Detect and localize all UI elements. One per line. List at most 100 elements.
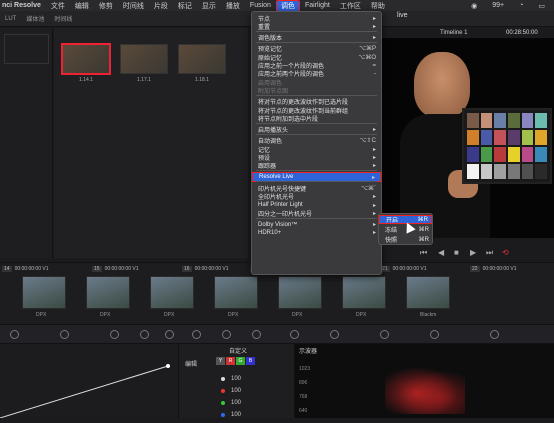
- app-name[interactable]: nci Resolve: [0, 2, 46, 9]
- red-value[interactable]: 100: [231, 388, 241, 394]
- green-channel[interactable]: G: [236, 357, 245, 365]
- chart-swatch: [480, 130, 493, 145]
- still-thumbnail[interactable]: [61, 43, 111, 75]
- chart-swatch: [535, 130, 547, 145]
- media-pool-tab[interactable]: 媒体池: [21, 14, 49, 23]
- luma-value[interactable]: 100: [231, 376, 241, 382]
- mode-select[interactable]: 自定义: [229, 346, 247, 355]
- still-thumbnail[interactable]: [120, 44, 168, 74]
- clip-header[interactable]: 22 00:00:00:00 V1: [470, 264, 516, 273]
- menu-fusion[interactable]: Fusion: [245, 2, 276, 9]
- tool-icon[interactable]: [252, 330, 261, 339]
- menu-item[interactable]: HDR10+ ▸: [252, 228, 381, 238]
- skip-forward-icon[interactable]: ⏭: [486, 248, 493, 258]
- chart-swatch: [508, 130, 520, 145]
- tool-icon[interactable]: [10, 330, 19, 339]
- chart-swatch: [508, 164, 520, 179]
- chart-swatch: [480, 113, 493, 128]
- notification-count[interactable]: 99+: [487, 2, 509, 9]
- curves-controls: 自定义 编辑 Y R G B 100 100 100 100: [178, 344, 294, 418]
- red-channel[interactable]: R: [226, 357, 235, 365]
- tool-icon[interactable]: [60, 330, 69, 339]
- scope-tick: 768: [299, 394, 308, 400]
- clip-header[interactable]: 21 00:00:00:00 V1: [380, 264, 426, 273]
- chart-swatch: [494, 130, 506, 145]
- rewind-icon[interactable]: ◀: [438, 248, 444, 257]
- clip-format: DPX: [36, 312, 47, 318]
- timeline-name[interactable]: Timeline 1: [440, 30, 467, 36]
- chart-swatch: [494, 113, 506, 128]
- play-icon[interactable]: ▶: [470, 248, 476, 257]
- chart-swatch: [494, 164, 506, 179]
- menu-view[interactable]: 显示: [197, 1, 221, 11]
- wifi-icon[interactable]: ◔: [514, 2, 528, 9]
- menu-color[interactable]: 调色: [275, 0, 300, 12]
- chart-swatch: [521, 147, 534, 162]
- menu-edit[interactable]: 编辑: [70, 1, 94, 11]
- shortcut-key: -: [374, 70, 376, 77]
- clip-thumbnail[interactable]: [278, 276, 322, 309]
- tool-icon[interactable]: [380, 330, 389, 339]
- battery-icon[interactable]: ▭: [533, 2, 550, 10]
- clip-header[interactable]: 14 00:00:00:00 V1: [2, 264, 48, 273]
- curves-tool-icon[interactable]: [110, 330, 119, 339]
- color-dropdown-menu: 节点 ▸ 重置 ▸ 调色版本 ▸ 预览记忆 ⌥⌘P 原始记忆 ⌥⌘O 应用之前一个片段的调色 = 应用之…: [251, 11, 382, 275]
- menu-playback[interactable]: 播放: [221, 1, 245, 11]
- clip-thumbnail[interactable]: [406, 276, 450, 309]
- menu-separator: [256, 133, 377, 135]
- stop-icon[interactable]: ■: [454, 248, 459, 257]
- chart-swatch: [535, 147, 547, 162]
- tool-icon[interactable]: [192, 330, 201, 339]
- tool-icon[interactable]: [140, 330, 149, 339]
- menu-timeline[interactable]: 时间线: [118, 1, 149, 11]
- clip-timecode: 00:00:00:00 V1: [14, 265, 49, 272]
- submenu-arrow-icon: ▸: [372, 127, 376, 134]
- menu-help[interactable]: 帮助: [366, 1, 390, 11]
- still-thumbnail[interactable]: [178, 44, 226, 74]
- menu-fairlight[interactable]: Fairlight: [300, 2, 335, 9]
- clip-format: Blackm: [420, 312, 437, 318]
- menu-trim[interactable]: 修剪: [94, 1, 118, 11]
- clip-number: 22: [470, 265, 480, 272]
- clip-thumbnail[interactable]: [22, 276, 66, 309]
- menu-separator: [256, 41, 377, 43]
- tool-icon[interactable]: [430, 330, 439, 339]
- shortcut-key: ⌘R: [418, 227, 429, 233]
- video-viewer[interactable]: [380, 38, 554, 238]
- blue-channel[interactable]: B: [246, 357, 255, 365]
- link-icon[interactable]: Y: [216, 357, 225, 365]
- clip-thumbnail[interactable]: [86, 276, 130, 309]
- loop-icon[interactable]: ⟲: [502, 248, 509, 257]
- green-value[interactable]: 100: [231, 400, 241, 406]
- clip-format: DPX: [164, 312, 175, 318]
- curve-graph[interactable]: [0, 344, 178, 419]
- menu-item-label: HDR10+: [258, 229, 282, 236]
- color-checker-chart: [462, 108, 552, 184]
- clip-thumbnail[interactable]: [214, 276, 258, 309]
- timeline-tab[interactable]: 时间线: [49, 14, 77, 23]
- tool-icon[interactable]: [490, 330, 499, 339]
- menu-clip[interactable]: 片段: [149, 1, 173, 11]
- blue-value[interactable]: 100: [231, 412, 241, 418]
- skip-back-icon[interactable]: ⏮: [420, 248, 427, 258]
- menu-mark[interactable]: 标记: [173, 1, 197, 11]
- wechat-icon[interactable]: ◉: [466, 2, 482, 10]
- clip-thumbnail[interactable]: [150, 276, 194, 309]
- clip-thumbnail[interactable]: [342, 276, 386, 309]
- lut-tab[interactable]: LUT: [0, 16, 21, 22]
- menu-file[interactable]: 文件: [46, 1, 70, 11]
- menu-item-label: Dolby Vision™: [258, 221, 298, 228]
- tool-icon[interactable]: [222, 330, 231, 339]
- clip-header[interactable]: 15 00:00:00:00 V1: [92, 264, 138, 273]
- submenu-item[interactable]: 快照 ⌘R: [379, 235, 432, 244]
- curves-panel[interactable]: [0, 344, 178, 419]
- menu-item-label: 附加节点图: [258, 88, 289, 95]
- gallery-album[interactable]: [4, 34, 49, 64]
- tool-icon[interactable]: [290, 330, 299, 339]
- menu-workspace[interactable]: 工作区: [335, 1, 366, 11]
- tool-icon[interactable]: [330, 330, 339, 339]
- submenu-arrow-icon: ▸: [372, 163, 376, 170]
- menu-item-label: 启用播放头: [258, 128, 289, 135]
- clip-header[interactable]: 16 00:00:00:00 V1: [182, 264, 228, 273]
- tool-icon[interactable]: [165, 330, 174, 339]
